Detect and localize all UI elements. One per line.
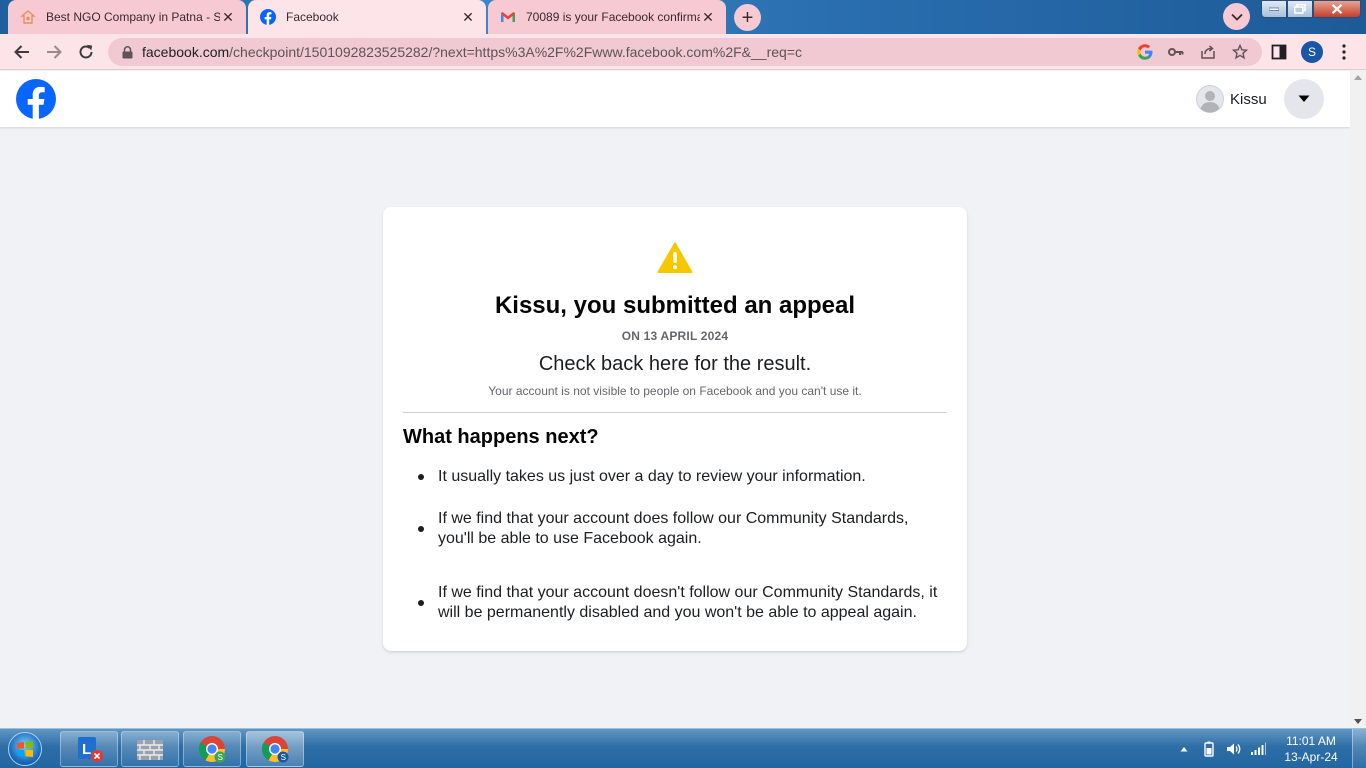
scroll-down-icon[interactable] [1354,719,1362,724]
list-item: It usually takes us just over a day to r… [403,465,947,489]
tab-search-button[interactable] [1223,3,1250,30]
windows-taskbar: L S S 11:01 AM 13-Apr-24 [0,728,1366,768]
next-steps-heading: What happens next? [403,426,599,448]
network-signal-icon[interactable] [1248,729,1268,768]
svg-text:S: S [218,753,223,762]
url-host: facebook.com [142,44,230,60]
tab-close-icon[interactable]: ✕ [700,9,716,25]
lock-icon[interactable] [120,45,134,59]
window-restore-button[interactable] [1287,0,1313,18]
svg-text:S: S [281,753,286,762]
list-item: If we find that your account doesn't fol… [403,573,947,633]
back-button[interactable] [10,40,34,64]
svg-text:L: L [82,741,91,758]
tab-gmail[interactable]: 70089 is your Facebook confirma ✕ [488,0,726,34]
bullet [403,474,438,480]
bullet [403,600,438,606]
lync-app-icon: L [78,737,103,762]
url-text: facebook.com/checkpoint/1501092823525282… [142,44,802,60]
facebook-logo-icon[interactable] [16,79,56,119]
minimize-icon [1269,7,1279,11]
taskbar-app-firewall[interactable] [121,731,179,767]
clock-time: 11:01 AM [1286,734,1336,748]
list-item: If we find that your account does follow… [403,509,947,549]
taskbar-app-chrome-1[interactable]: S [183,731,241,767]
tab-title: Best NGO Company in Patna - Su [46,10,220,24]
show-desktop-button[interactable] [1352,729,1366,768]
window-minimize-button[interactable] [1261,0,1287,18]
windows-logo-icon [8,732,42,766]
url-path: /checkpoint/1501092823525282/?next=https… [229,44,802,60]
chrome-icon: S [198,736,226,763]
step-text: It usually takes us just over a day to r… [438,468,866,485]
tray-overflow-icon[interactable] [1176,729,1192,768]
tab-title: Facebook [286,10,339,24]
star-icon[interactable] [1231,43,1249,61]
key-icon[interactable] [1167,43,1185,61]
account-status-note: Your account is not visible to people on… [488,384,862,398]
tab-facebook[interactable]: Facebook ✕ [248,0,486,34]
appeal-card: Kissu, you submitted an appeal ON 13 APR… [383,207,967,651]
appeal-date: ON 13 APRIL 2024 [621,329,729,343]
system-clock[interactable]: 11:01 AM 13-Apr-24 [1276,733,1346,765]
facebook-header: Kissu [0,71,1350,127]
google-icon[interactable] [1136,43,1154,61]
facebook-favicon-icon [260,9,276,25]
tab-close-icon[interactable]: ✕ [460,9,476,25]
ngo-favicon-icon [20,9,36,25]
tab-ngo[interactable]: Best NGO Company in Patna - Su ✕ [8,0,246,34]
firewall-icon [137,740,163,760]
taskbar-app-chrome-2[interactable]: S [246,731,304,767]
appeal-title: Kissu, you submitted an appeal [494,292,856,319]
vertical-scrollbar[interactable] [1350,71,1366,728]
step-text: If we find that your account does follow… [438,510,909,547]
new-tab-button[interactable]: + [734,4,761,31]
scroll-up-icon[interactable] [1354,75,1362,80]
caret-down-icon [1298,95,1310,102]
page-viewport: Kissu Kissu, you submitted an appeal ON … [0,71,1350,728]
battery-icon[interactable] [1200,729,1218,768]
tab-title: 70089 is your Facebook confirma [526,10,700,24]
chevron-down-icon [1230,13,1243,21]
tab-close-icon[interactable]: ✕ [220,9,236,25]
restore-icon [1294,4,1306,14]
side-panel-icon[interactable] [1269,42,1289,62]
profile-avatar[interactable]: S [1301,41,1323,63]
share-icon[interactable] [1199,43,1217,61]
volume-icon[interactable] [1224,729,1244,768]
account-menu-button[interactable] [1284,79,1324,119]
warning-icon [657,242,693,274]
arrow-left-icon [14,45,29,59]
address-bar[interactable]: facebook.com/checkpoint/1501092823525282… [108,38,1262,66]
chrome-icon: S [261,736,289,763]
close-icon [1331,4,1343,14]
account-chip[interactable]: Kissu [1196,84,1267,114]
account-name: Kissu [1230,90,1267,108]
divider [403,412,947,413]
avatar-icon [1196,85,1224,113]
appeal-subtitle: Check back here for the result. [538,353,812,375]
step-text: If we find that your account doesn't fol… [438,584,938,621]
start-button[interactable] [4,730,46,768]
gmail-favicon-icon [500,9,516,25]
browser-tab-strip: Best NGO Company in Patna - Su ✕ Faceboo… [0,0,1366,34]
reload-button[interactable] [74,40,98,64]
window-close-button[interactable] [1313,0,1361,18]
reload-icon [79,44,93,59]
forward-button[interactable] [42,40,66,64]
taskbar-app-lync[interactable]: L [60,731,118,767]
browser-toolbar: facebook.com/checkpoint/1501092823525282… [0,34,1366,70]
bullet [403,526,438,532]
arrow-right-icon [47,45,62,59]
clock-date: 13-Apr-24 [1284,750,1338,764]
kebab-menu-icon[interactable] [1334,42,1354,62]
